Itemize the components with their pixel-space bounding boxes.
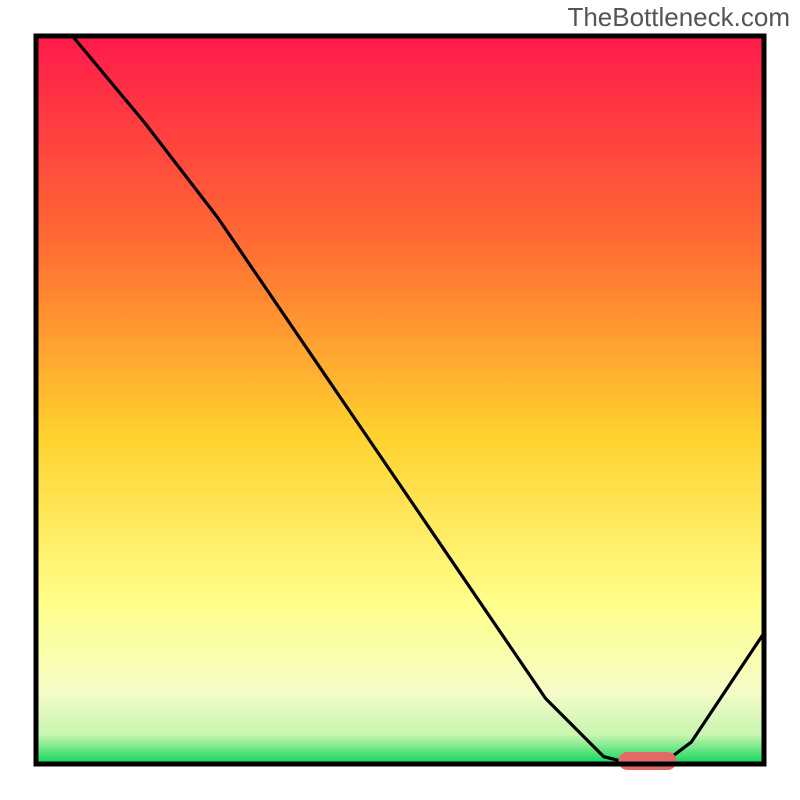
chart-container: TheBottleneck.com (0, 0, 800, 800)
chart-canvas (0, 0, 800, 800)
plot-area (36, 36, 764, 770)
watermark-label: TheBottleneck.com (567, 2, 790, 33)
optimal-marker (618, 752, 676, 770)
gradient-background (36, 36, 764, 764)
